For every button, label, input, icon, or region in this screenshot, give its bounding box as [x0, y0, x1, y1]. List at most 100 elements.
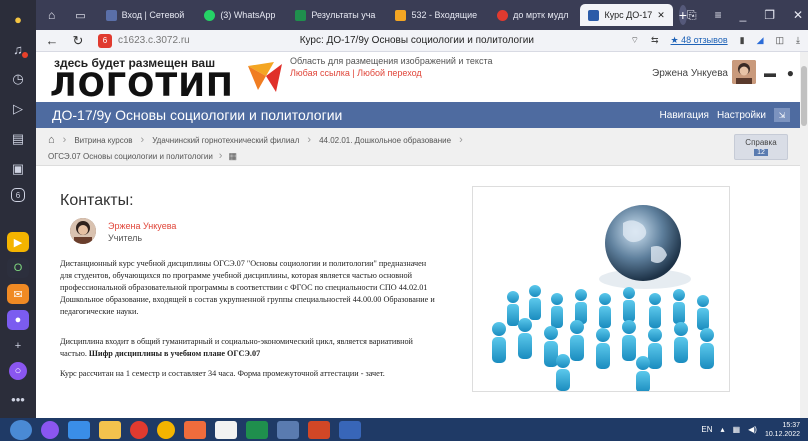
tab-favicon [588, 9, 600, 21]
collections-icon[interactable]: ▤ [7, 128, 29, 150]
yandex-browser-taskbar-icon[interactable] [215, 420, 237, 439]
tray-arrow-icon[interactable]: ▴ [721, 425, 725, 434]
scrollbar-thumb[interactable] [801, 66, 807, 126]
excel-taskbar-icon[interactable] [246, 420, 268, 439]
tab-label: до мртк мудл [513, 10, 569, 20]
alice-taskbar-icon[interactable] [41, 420, 59, 439]
user-name[interactable]: Эржена Ункуева [652, 68, 728, 79]
browser-tab[interactable]: 532 - Входящие [387, 4, 485, 26]
history-icon[interactable]: ◷ [7, 68, 29, 90]
chevron-right-icon: › [62, 134, 67, 146]
restore-icon[interactable]: ❐ [764, 8, 775, 23]
play-icon[interactable]: ▷ [7, 98, 29, 120]
notifications-icon[interactable]: ♫ [7, 38, 29, 60]
teacher-name-link[interactable]: Эржена Ункуева [108, 221, 176, 231]
chrome-taskbar-icon[interactable] [157, 420, 175, 439]
yandex-taskbar-icon[interactable] [130, 420, 148, 439]
home-icon[interactable]: ⌂ [48, 134, 55, 146]
box-icon[interactable]: 6 [11, 188, 25, 202]
logo-text[interactable]: ЛОГОТИП [50, 66, 234, 104]
breadcrumb-item[interactable]: 44.02.01. Дошкольное образование [319, 136, 451, 145]
chevron-right-icon: › [459, 134, 463, 146]
clock-date: 10.12.2022 [764, 430, 800, 438]
course-title[interactable]: ДО-17/9у Основы социологии и политологии [52, 107, 342, 123]
chevron-right-icon: › [307, 134, 312, 146]
system-tray: EN ▴ ▦ ◀) 15:37 10.12.2022 [701, 421, 808, 439]
address-bar: ← ↻ 6 c1623.c.3072.ru Курс: ДО-17/9у Осн… [36, 30, 808, 52]
browser-tab[interactable]: Вход | Сетевой [98, 4, 193, 26]
back-arrow-icon[interactable]: ← [42, 33, 62, 48]
reload-icon[interactable]: ↻ [68, 33, 88, 49]
user-avatar[interactable] [732, 60, 756, 84]
translate-icon[interactable]: ⇆ [651, 35, 659, 46]
address-actions: ⌔ ⇆ ★ 48 отзывов ▮ ◢ ◫ ⤓ [631, 35, 808, 46]
reader-icon[interactable]: ⌔ [631, 35, 639, 46]
window-controls: ⎘ ≡ _ ❐ ✕ [687, 8, 808, 23]
start-button[interactable] [10, 419, 32, 440]
screenshot-icon[interactable]: ▣ [7, 158, 29, 180]
close-window-icon[interactable]: ✕ [793, 8, 803, 23]
ad-links[interactable]: Любая ссылка | Любой переход [290, 68, 422, 78]
reviews-link[interactable]: ★ 48 отзывов [671, 35, 728, 46]
browser-tab[interactable]: до мртк мудл [489, 4, 576, 26]
app-yellow-icon[interactable]: ▶ [7, 232, 29, 252]
browser-tab[interactable]: Результаты уча [287, 4, 383, 26]
bookmark-icon[interactable]: ⎘ [687, 8, 697, 23]
breadcrumb-item[interactable]: ОГСЭ.07 Основы социологии и политологии [48, 152, 213, 161]
alice-app-icon[interactable]: ○ [9, 362, 27, 380]
tab-label: Курс ДО-17 [604, 10, 653, 20]
language-indicator[interactable]: EN [701, 425, 712, 434]
help-button[interactable]: Справка 12 [734, 134, 788, 160]
navigation-menu[interactable]: Навигация [660, 110, 709, 121]
mail-app-icon[interactable]: ✉ [7, 284, 29, 304]
settings-menu[interactable]: Настройки [717, 110, 766, 121]
messages-icon[interactable]: ▬ [764, 66, 776, 80]
messenger-app-icon[interactable]: ● [7, 310, 29, 330]
close-tab-icon[interactable]: ✕ [657, 10, 665, 21]
chevron-right-icon: › [218, 150, 223, 162]
bookmark-flag-icon[interactable]: ▮ [740, 35, 745, 46]
explorer-taskbar-icon[interactable] [99, 420, 121, 439]
tab-list-icon[interactable]: ▭ [67, 4, 93, 26]
main-content: Контакты: Эржена Ункуева Учитель Дистанц… [36, 166, 800, 418]
new-tab-button[interactable]: + [678, 5, 687, 25]
browser-tab-active[interactable]: Курс ДО-17 ✕ [580, 4, 673, 26]
breadcrumb-item[interactable]: Витрина курсов [74, 136, 132, 145]
extension-icon[interactable]: ◢ [757, 35, 764, 46]
page-scrollbar[interactable] [800, 52, 808, 418]
breadcrumb: ⌂ › Витрина курсов › Удачнинский горноте… [36, 128, 800, 166]
more-icon[interactable]: ••• [7, 388, 29, 410]
minimize-icon[interactable]: _ [740, 8, 747, 23]
breadcrumb-item[interactable]: Удачнинский горнотехнический филиал [152, 136, 299, 145]
protect-icon[interactable]: ◫ [776, 35, 785, 46]
url-field[interactable]: c1623.c.3072.ru [118, 35, 190, 46]
powerpoint-taskbar-icon[interactable] [308, 420, 330, 439]
teacher-avatar[interactable] [70, 218, 96, 244]
network-icon[interactable]: ▦ [733, 425, 741, 434]
whatsapp-icon [204, 9, 216, 21]
publisher-taskbar-icon[interactable] [277, 420, 299, 439]
add-app-icon[interactable]: + [7, 336, 29, 356]
globe-people-illustration [472, 186, 730, 392]
course-description: Дистанционный курс учебной дисциплины ОГ… [60, 259, 435, 316]
volume-icon[interactable]: ◀) [748, 425, 757, 434]
browser-tab[interactable]: (3) WhatsApp [196, 4, 283, 26]
blocks-toggle-icon[interactable]: ⇲ [774, 108, 790, 122]
download-icon[interactable]: ⤓ [796, 35, 800, 46]
home-tab-icon[interactable]: ⌂ [40, 4, 63, 26]
tab-label: Вход | Сетевой [121, 10, 185, 20]
discipline-code: Шифр дисциплины в учебном плане ОГСЭ.07 [88, 349, 261, 358]
bell-icon[interactable]: ● [787, 66, 794, 80]
office-taskbar-icon[interactable] [184, 420, 206, 439]
app-green-icon[interactable]: O [7, 258, 29, 278]
profile-icon[interactable]: ● [7, 8, 29, 30]
word-taskbar-icon[interactable] [339, 420, 361, 439]
breadcrumb-line: ⌂ › Витрина курсов › Удачнинский горноте… [48, 134, 463, 146]
tab-favicon [295, 9, 307, 21]
menu-icon[interactable]: ≡ [715, 8, 722, 23]
taskbar: EN ▴ ▦ ◀) 15:37 10.12.2022 [0, 418, 808, 441]
ie-taskbar-icon[interactable] [68, 420, 90, 439]
clock[interactable]: 15:37 10.12.2022 [765, 421, 800, 439]
tab-label: (3) WhatsApp [220, 10, 276, 20]
document-icon[interactable]: ▦ [228, 151, 237, 162]
